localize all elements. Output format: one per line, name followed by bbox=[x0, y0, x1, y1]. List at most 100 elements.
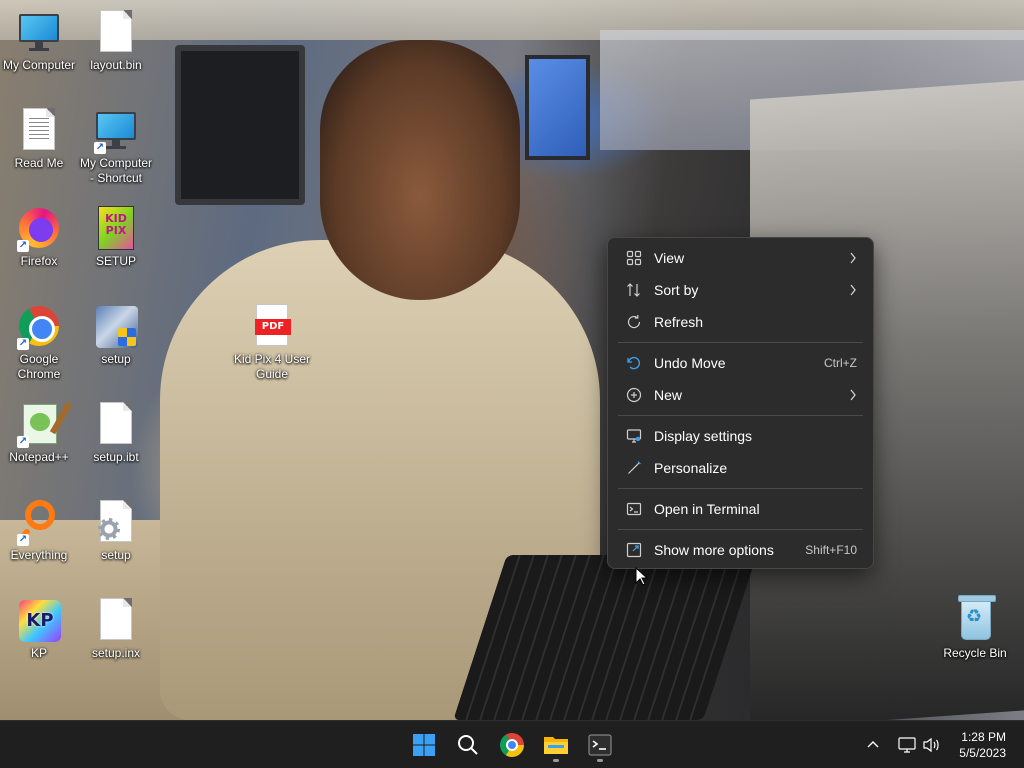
start-icon bbox=[413, 734, 435, 756]
desktop-icon-label: My Computer bbox=[2, 58, 76, 72]
desktop-icon-layout-bin[interactable]: layout.bin bbox=[77, 8, 155, 73]
system-tray bbox=[866, 721, 940, 768]
menu-item-label: Show more options bbox=[654, 542, 774, 558]
menu-item-label: New bbox=[654, 387, 683, 403]
desktop-icon-setup-exe[interactable]: setup bbox=[77, 302, 155, 367]
chevron-right-icon bbox=[850, 252, 856, 264]
menu-item-refresh[interactable]: Refresh bbox=[612, 306, 869, 338]
desktop-icon-my-computer-shortcut[interactable]: ↗ My Computer - Shortcut bbox=[77, 106, 155, 186]
wallpaper-monitor bbox=[175, 45, 305, 205]
menu-item-label: Refresh bbox=[654, 314, 704, 330]
taskbar-chrome[interactable] bbox=[494, 727, 530, 763]
grid-icon bbox=[626, 250, 642, 266]
network-icon[interactable] bbox=[898, 737, 916, 753]
menu-item-open-in-terminal[interactable]: Open in Terminal bbox=[612, 493, 869, 525]
notepadpp-icon: ↗ bbox=[15, 400, 63, 448]
desktop-icon-label: Firefox bbox=[20, 254, 58, 268]
desktop-icon-label: Everything bbox=[10, 548, 68, 562]
taskbar-terminal[interactable] bbox=[582, 727, 618, 763]
menu-item-sort-by[interactable]: Sort by bbox=[612, 274, 869, 306]
menu-separator bbox=[618, 488, 863, 489]
volume-icon[interactable] bbox=[922, 737, 940, 753]
desktop-icon-everything[interactable]: ↗ Everything bbox=[0, 498, 78, 563]
menu-item-undo-move[interactable]: Undo Move Ctrl+Z bbox=[612, 347, 869, 379]
desktop-icon-label: setup bbox=[101, 352, 131, 366]
desktop-icon-label: setup.inx bbox=[91, 646, 141, 660]
desktop-icon-label: Notepad++ bbox=[9, 450, 69, 464]
menu-item-label: Sort by bbox=[654, 282, 699, 298]
menu-item-label: Undo Move bbox=[654, 355, 726, 371]
running-indicator bbox=[597, 759, 603, 762]
file-icon bbox=[92, 400, 140, 448]
pdf-icon: PDF bbox=[248, 302, 296, 350]
taskbar: 1:28 PM 5/5/2023 bbox=[0, 720, 1024, 768]
desktop-icon-label: KP bbox=[30, 646, 47, 660]
refresh-icon bbox=[627, 315, 641, 329]
terminal-icon bbox=[588, 734, 612, 756]
search-button[interactable] bbox=[450, 727, 486, 763]
clock-date: 5/5/2023 bbox=[959, 746, 1006, 760]
shortcut-text: Shift+F10 bbox=[805, 543, 857, 557]
firefox-icon: ↗ bbox=[15, 204, 63, 252]
menu-separator bbox=[618, 415, 863, 416]
magnifier-icon: ↗ bbox=[15, 498, 63, 546]
shortcut-arrow-icon: ↗ bbox=[17, 338, 29, 350]
text-document-icon bbox=[15, 106, 63, 154]
desktop-icon-kidpix-guide[interactable]: PDF Kid Pix 4 User Guide bbox=[233, 302, 311, 382]
chrome-icon bbox=[500, 733, 524, 757]
mouse-cursor-icon bbox=[635, 567, 649, 586]
menu-item-personalize[interactable]: Personalize bbox=[612, 452, 869, 484]
menu-item-label: Personalize bbox=[654, 460, 728, 476]
desktop-context-menu: View Sort by Refresh Undo Move Ctrl+Z Ne… bbox=[607, 237, 874, 569]
desktop-icon-kp[interactable]: KP KP bbox=[0, 596, 78, 661]
new-icon bbox=[626, 387, 642, 403]
menu-item-display-settings[interactable]: Display settings bbox=[612, 420, 869, 452]
menu-item-label: Open in Terminal bbox=[654, 501, 760, 517]
desktop-icon-label: Read Me bbox=[14, 156, 64, 170]
clock-time: 1:28 PM bbox=[961, 730, 1006, 744]
monitor-icon: ↗ bbox=[92, 106, 140, 154]
desktop-icon-google-chrome[interactable]: ↗ Google Chrome bbox=[0, 302, 78, 382]
taskbar-clock[interactable]: 1:28 PM 5/5/2023 bbox=[946, 729, 1006, 761]
desktop-icon-label: Google Chrome bbox=[17, 352, 61, 381]
desktop-icon-label: Recycle Bin bbox=[943, 646, 1007, 660]
search-icon bbox=[458, 735, 478, 755]
shortcut-arrow-icon: ↗ bbox=[17, 534, 29, 546]
desktop-icon-recycle-bin[interactable]: Recycle Bin bbox=[936, 595, 1014, 661]
undo-icon bbox=[627, 356, 640, 370]
display-icon bbox=[626, 429, 642, 443]
chevron-right-icon bbox=[850, 284, 856, 296]
installer-icon bbox=[92, 302, 140, 350]
menu-item-label: View bbox=[654, 250, 685, 266]
desktop-icon-setup-kidpix[interactable]: KID PIX SETUP bbox=[77, 204, 155, 269]
file-explorer-icon bbox=[544, 737, 568, 754]
desktop-icon-my-computer[interactable]: My Computer bbox=[0, 8, 78, 73]
desktop-icon-setup-inx[interactable]: setup.inx bbox=[77, 596, 155, 661]
kp-icon: KP bbox=[15, 596, 63, 644]
desktop-icon-firefox[interactable]: ↗ Firefox bbox=[0, 204, 78, 269]
more-options-icon bbox=[626, 542, 642, 558]
chevron-right-icon bbox=[850, 389, 856, 401]
wallpaper-wall bbox=[600, 30, 1024, 150]
terminal-icon bbox=[626, 502, 642, 516]
desktop-icon-read-me[interactable]: Read Me bbox=[0, 106, 78, 171]
desktop-icon-setup-ibt[interactable]: setup.ibt bbox=[77, 400, 155, 465]
taskbar-file-explorer[interactable] bbox=[538, 727, 574, 763]
running-indicator bbox=[553, 759, 559, 762]
wallpaper-person bbox=[160, 240, 600, 720]
shortcut-arrow-icon: ↗ bbox=[17, 240, 29, 252]
desktop-icon-label: Kid Pix 4 User Guide bbox=[233, 352, 311, 381]
menu-item-new[interactable]: New bbox=[612, 379, 869, 411]
kidpix-icon: KID PIX bbox=[92, 204, 140, 252]
wallpaper-keyboard bbox=[453, 555, 757, 720]
shortcut-text: Ctrl+Z bbox=[824, 356, 857, 370]
desktop-icon-setup-gear[interactable]: setup bbox=[77, 498, 155, 563]
chrome-icon: ↗ bbox=[15, 302, 63, 350]
chevron-up-icon[interactable] bbox=[866, 738, 880, 752]
recycle-bin-icon bbox=[951, 595, 999, 644]
file-icon bbox=[92, 8, 140, 56]
menu-item-show-more-options[interactable]: Show more options Shift+F10 bbox=[612, 534, 869, 566]
start-button[interactable] bbox=[406, 727, 442, 763]
menu-item-view[interactable]: View bbox=[612, 242, 869, 274]
desktop-icon-notepadpp[interactable]: ↗ Notepad++ bbox=[0, 400, 78, 465]
